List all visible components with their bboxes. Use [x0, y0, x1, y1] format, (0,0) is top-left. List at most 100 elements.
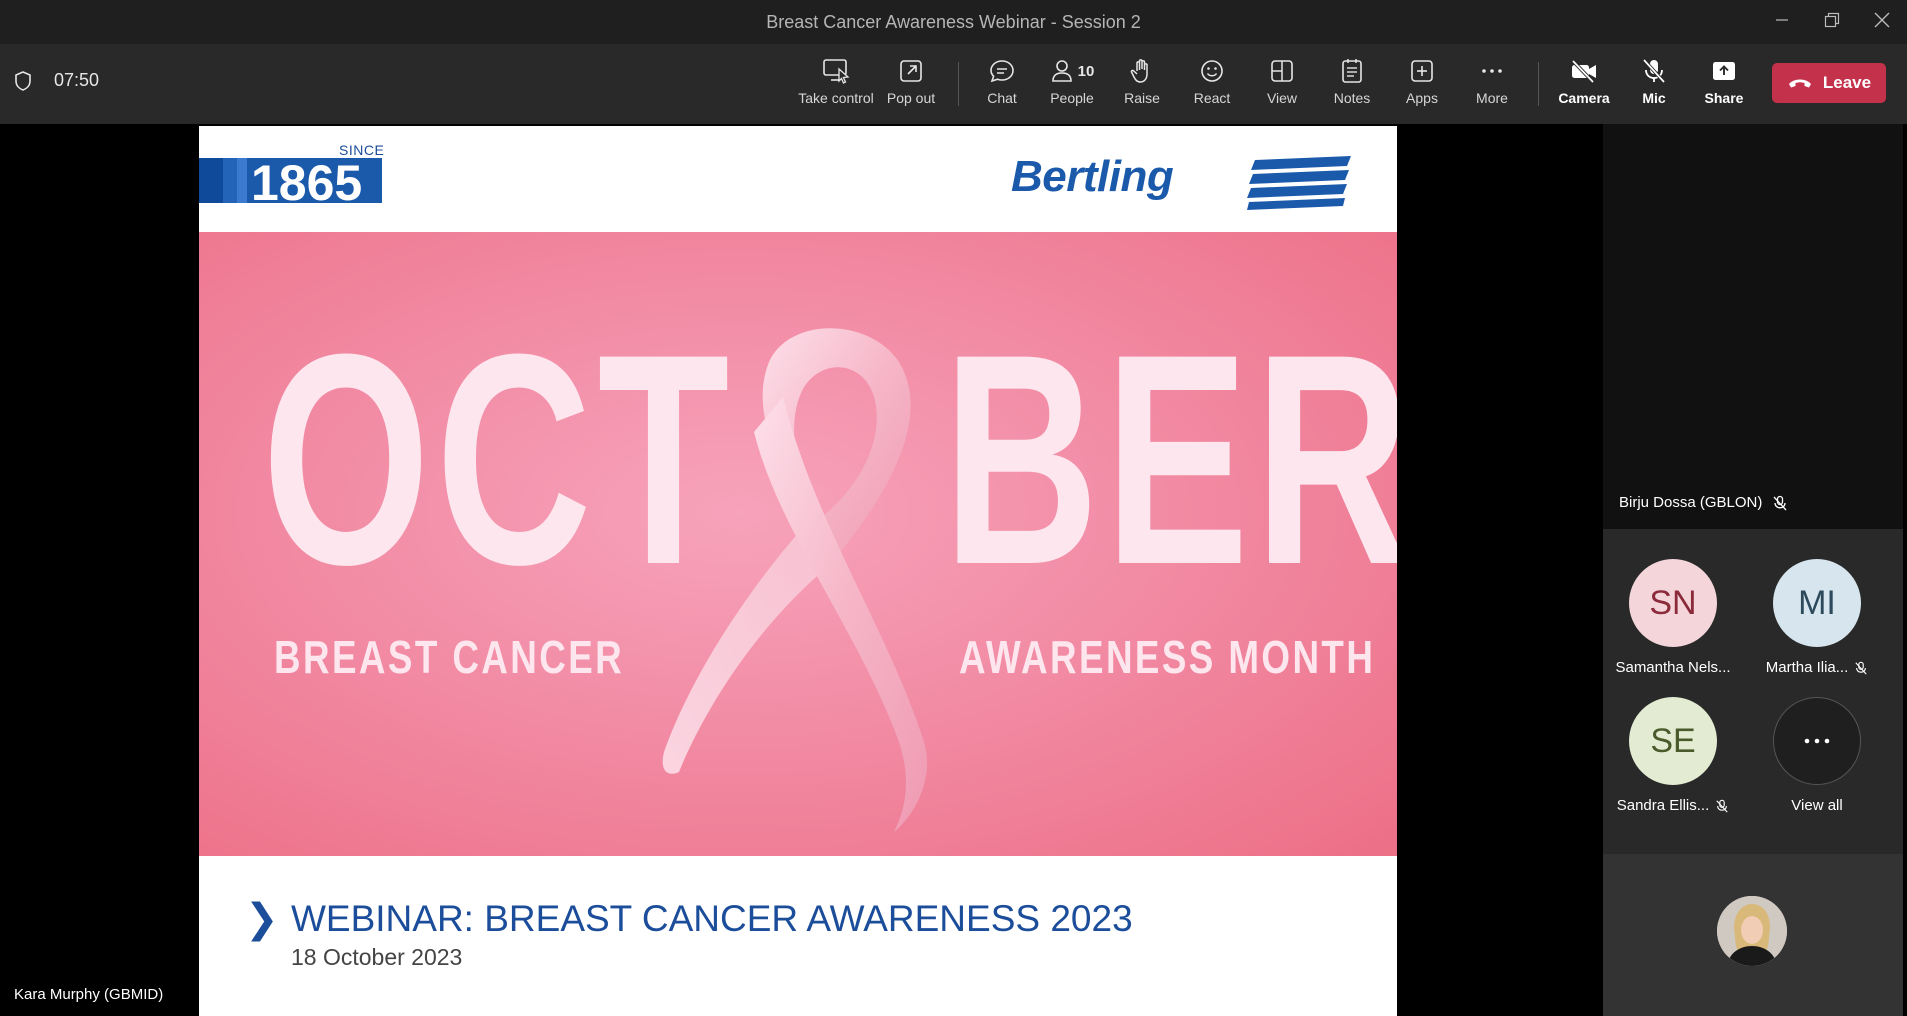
- presentation-slide: SINCE 1865 Bertling OCT BER BREAST CANCE…: [199, 126, 1397, 1016]
- pop-out-label: Pop out: [886, 90, 936, 106]
- window-title: Breast Cancer Awareness Webinar - Sessio…: [766, 11, 1141, 32]
- mic-off-icon: [1716, 799, 1728, 813]
- apps-label: Apps: [1406, 90, 1438, 106]
- meeting-toolbar: 07:50 Take control Pop out Chat 10 Peopl…: [0, 44, 1907, 124]
- more-dots-icon: [1482, 69, 1502, 73]
- camera-off-icon: [1571, 59, 1596, 84]
- bertling-wave-logo-icon: [1247, 156, 1351, 210]
- participant-name-row: Sandra Ellis...: [1617, 797, 1730, 814]
- window-controls: [1757, 0, 1907, 40]
- add-app-icon: [1411, 60, 1433, 82]
- video-participant-name-row: Birju Dossa (GBLON): [1619, 494, 1788, 511]
- mic-button[interactable]: Mic: [1624, 56, 1684, 116]
- share-button[interactable]: Share: [1694, 56, 1754, 116]
- react-label: React: [1193, 90, 1231, 106]
- restore-icon: [1824, 12, 1840, 28]
- people-label: People: [1050, 90, 1094, 106]
- mic-off-icon: [1642, 58, 1666, 84]
- october-awareness-banner: OCT BER BREAST CANCER AWARENESS MONTH: [199, 232, 1397, 856]
- pop-out-button[interactable]: Pop out: [876, 56, 946, 116]
- shared-content-stage[interactable]: SINCE 1865 Bertling OCT BER BREAST CANCE…: [0, 124, 1597, 1016]
- participant-name-row: Samantha Nels...: [1615, 659, 1730, 676]
- react-button[interactable]: React: [1182, 56, 1242, 116]
- camera-label: Camera: [1558, 90, 1610, 106]
- more-button[interactable]: More: [1462, 56, 1522, 116]
- notes-button[interactable]: Notes: [1322, 56, 1382, 116]
- participant-tile[interactable]: SE Sandra Ellis...: [1603, 697, 1743, 814]
- avatar-initials: MI: [1798, 583, 1836, 622]
- avatar: SN: [1629, 559, 1717, 647]
- slide-footer: ❯ WEBINAR: BREAST CANCER AWARENESS 2023 …: [199, 856, 1397, 1016]
- presenter-name: Kara Murphy (GBMID): [14, 986, 164, 1003]
- video-participant-name: Birju Dossa (GBLON): [1619, 494, 1763, 511]
- people-icon: [1051, 60, 1072, 82]
- minimize-button[interactable]: [1757, 0, 1807, 40]
- share-label: Share: [1704, 90, 1744, 106]
- take-control-icon: [823, 59, 850, 84]
- meeting-timer: 07:50: [14, 70, 99, 91]
- webinar-title: WEBINAR: BREAST CANCER AWARENESS 2023: [291, 898, 1133, 939]
- bertling-logo-text: Bertling: [1011, 152, 1174, 201]
- view-label: View: [1266, 90, 1298, 106]
- close-icon: [1874, 12, 1890, 28]
- webinar-date: 18 October 2023: [291, 944, 463, 970]
- close-button[interactable]: [1857, 0, 1907, 40]
- smiley-icon: [1201, 60, 1223, 82]
- camera-button[interactable]: Camera: [1552, 56, 1616, 116]
- profile-photo-icon: [1717, 896, 1787, 966]
- elapsed-time: 07:50: [54, 70, 100, 90]
- banner-subtitle-right: AWARENESS MONTH: [959, 631, 1376, 683]
- share-screen-icon: [1713, 62, 1735, 80]
- take-control-label: Take control: [798, 90, 874, 106]
- view-button[interactable]: View: [1252, 56, 1312, 116]
- view-all-button[interactable]: View all: [1747, 697, 1887, 814]
- people-count: 10: [1077, 62, 1095, 80]
- participant-video-tile[interactable]: Birju Dossa (GBLON): [1603, 124, 1903, 529]
- chat-button[interactable]: Chat: [972, 56, 1032, 116]
- chat-icon: [990, 60, 1014, 83]
- year-text: 1865: [251, 158, 362, 203]
- participant-tile[interactable]: SN Samantha Nels...: [1603, 559, 1743, 676]
- notes-icon: [1342, 59, 1362, 83]
- toolbar-separator: [1538, 62, 1539, 106]
- hang-up-icon: [1788, 79, 1811, 88]
- raise-hand-icon: [1130, 59, 1148, 83]
- raise-hand-button[interactable]: Raise: [1112, 56, 1172, 116]
- restore-button[interactable]: [1807, 0, 1857, 40]
- teams-meeting-window: Breast Cancer Awareness Webinar - Sessio…: [0, 0, 1907, 1016]
- pink-ribbon-icon: [662, 328, 928, 832]
- more-dots-icon: [1804, 738, 1830, 744]
- participant-name-row: Martha Ilia...: [1766, 659, 1869, 676]
- self-preview-tile[interactable]: [1603, 854, 1903, 1016]
- take-control-button[interactable]: Take control: [794, 56, 878, 116]
- toolbar-separator: [958, 62, 959, 106]
- since-label: SINCE: [339, 142, 385, 158]
- leave-button[interactable]: Leave: [1772, 63, 1886, 103]
- mic-off-icon: [1855, 661, 1867, 675]
- avatar-initials: SE: [1650, 721, 1696, 760]
- participant-name: Sandra Ellis...: [1616, 797, 1710, 814]
- slide-header: SINCE 1865 Bertling: [199, 126, 1397, 232]
- raise-label: Raise: [1124, 90, 1160, 106]
- leave-label: Leave: [1822, 73, 1872, 92]
- participant-gallery: SN Samantha Nels... MI Martha Ilia... SE…: [1603, 529, 1903, 854]
- apps-button[interactable]: Apps: [1392, 56, 1452, 116]
- participants-panel: Birju Dossa (GBLON) SN Samantha Nels... …: [1597, 124, 1907, 1016]
- self-avatar: [1717, 896, 1787, 966]
- pop-out-icon: [900, 60, 922, 82]
- participant-tile[interactable]: MI Martha Ilia...: [1747, 559, 1887, 676]
- 1865-logo: 1865: [199, 158, 382, 203]
- participant-name: Martha Ilia...: [1765, 659, 1849, 676]
- people-button[interactable]: 10 People: [1042, 56, 1102, 116]
- avatar: MI: [1773, 559, 1861, 647]
- view-all-circle: [1773, 697, 1861, 785]
- chevron-right-icon: ❯: [245, 897, 279, 941]
- mic-off-icon: [1773, 495, 1787, 510]
- view-layout-icon: [1271, 60, 1293, 82]
- shield-icon: [15, 70, 31, 91]
- avatar-initials: SN: [1649, 583, 1697, 622]
- minimize-icon: [1776, 19, 1788, 21]
- chat-label: Chat: [987, 90, 1017, 106]
- title-bar: Breast Cancer Awareness Webinar - Sessio…: [0, 0, 1907, 44]
- participant-name: Samantha Nels...: [1615, 659, 1731, 676]
